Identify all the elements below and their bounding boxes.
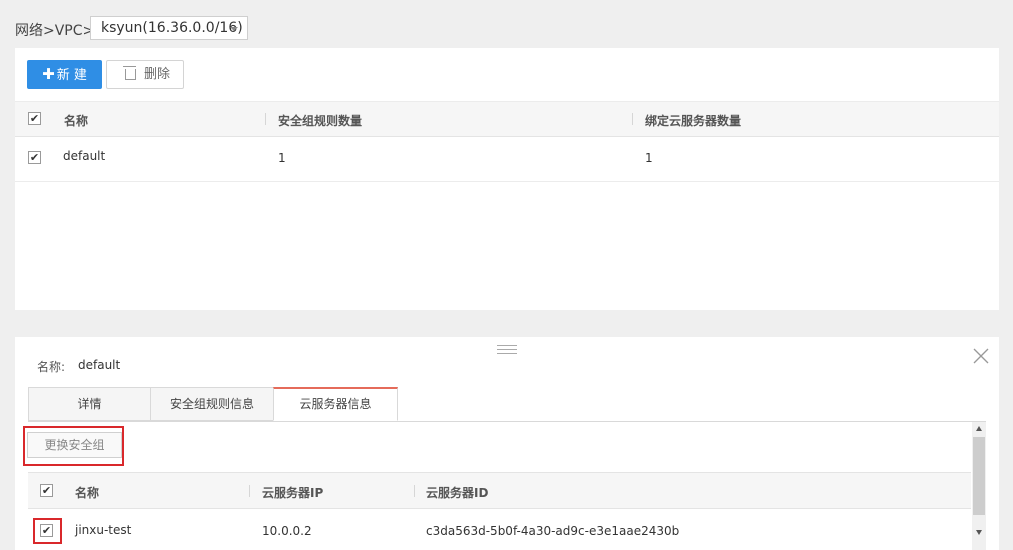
column-header-rule-count: 安全组规则数量: [278, 114, 363, 128]
table-row[interactable]: ✔ default 1 1: [15, 136, 999, 182]
scroll-up-icon[interactable]: [976, 426, 982, 431]
highlight-box-change-button: [23, 426, 124, 466]
column-header-server-id: 云服务器ID: [426, 486, 489, 500]
vpc-select[interactable]: ksyun(16.36.0.0/16): [90, 16, 248, 40]
trash-icon: [123, 66, 136, 80]
close-icon[interactable]: [972, 347, 990, 365]
vpc-select-value: ksyun(16.36.0.0/16): [101, 20, 243, 36]
column-header-server-ip: 云服务器IP: [262, 486, 324, 500]
scrollbar-thumb[interactable]: [973, 437, 985, 515]
tab-divider: [28, 421, 986, 422]
row-server-ip: 10.0.0.2: [262, 524, 312, 538]
column-header-server-count: 绑定云服务器数量: [645, 114, 742, 128]
row-server-name[interactable]: jinxu-test: [75, 523, 131, 537]
tab-details[interactable]: 详情: [28, 387, 151, 421]
scroll-down-icon[interactable]: [976, 530, 982, 535]
security-group-list-panel: ✚ 新 建 删除 ✔ 名称 安全组规则数量 绑定云服务器数量 ✔ default …: [15, 48, 999, 310]
row-server-id: c3da563d-5b0f-4a30-ad9c-e3e1aae2430b: [426, 524, 680, 538]
column-divider: [414, 485, 415, 497]
resize-handle-icon[interactable]: [497, 345, 517, 357]
tab-servers[interactable]: 云服务器信息: [273, 387, 398, 421]
column-divider: [265, 113, 266, 125]
row-checkbox[interactable]: ✔: [28, 151, 41, 164]
row-server-count: 1: [645, 151, 653, 165]
new-button[interactable]: ✚ 新 建: [27, 60, 102, 89]
column-header-name: 名称: [75, 486, 100, 500]
new-button-label: 新 建: [56, 68, 87, 83]
table-header: ✔ 名称 安全组规则数量 绑定云服务器数量: [15, 101, 999, 137]
row-name[interactable]: default: [63, 149, 105, 163]
detail-name-value: default: [78, 358, 121, 372]
delete-button[interactable]: 删除: [106, 60, 184, 89]
detail-name-label: 名称:: [37, 360, 66, 374]
row-rule-count: 1: [278, 151, 286, 165]
column-divider: [249, 485, 250, 497]
highlight-box-row-checkbox: [33, 518, 62, 544]
select-all-checkbox[interactable]: ✔: [28, 112, 41, 125]
detail-panel: 名称: default 详情 安全组规则信息 云服务器信息 更换安全组 ✔ 名称…: [15, 337, 999, 550]
column-divider: [632, 113, 633, 125]
plus-icon: ✚: [42, 65, 55, 83]
table-row[interactable]: ✔ jinxu-test 10.0.0.2 c3da563d-5b0f-4a30…: [28, 508, 971, 550]
server-table-header: ✔ 名称 云服务器IP 云服务器ID: [28, 472, 971, 509]
chevron-down-icon: [230, 27, 238, 31]
column-header-name: 名称: [64, 114, 89, 128]
delete-button-label: 删除: [144, 67, 171, 82]
tab-rules[interactable]: 安全组规则信息: [150, 387, 274, 421]
breadcrumb: 网络>VPC>: [15, 23, 95, 39]
select-all-checkbox[interactable]: ✔: [40, 484, 53, 497]
